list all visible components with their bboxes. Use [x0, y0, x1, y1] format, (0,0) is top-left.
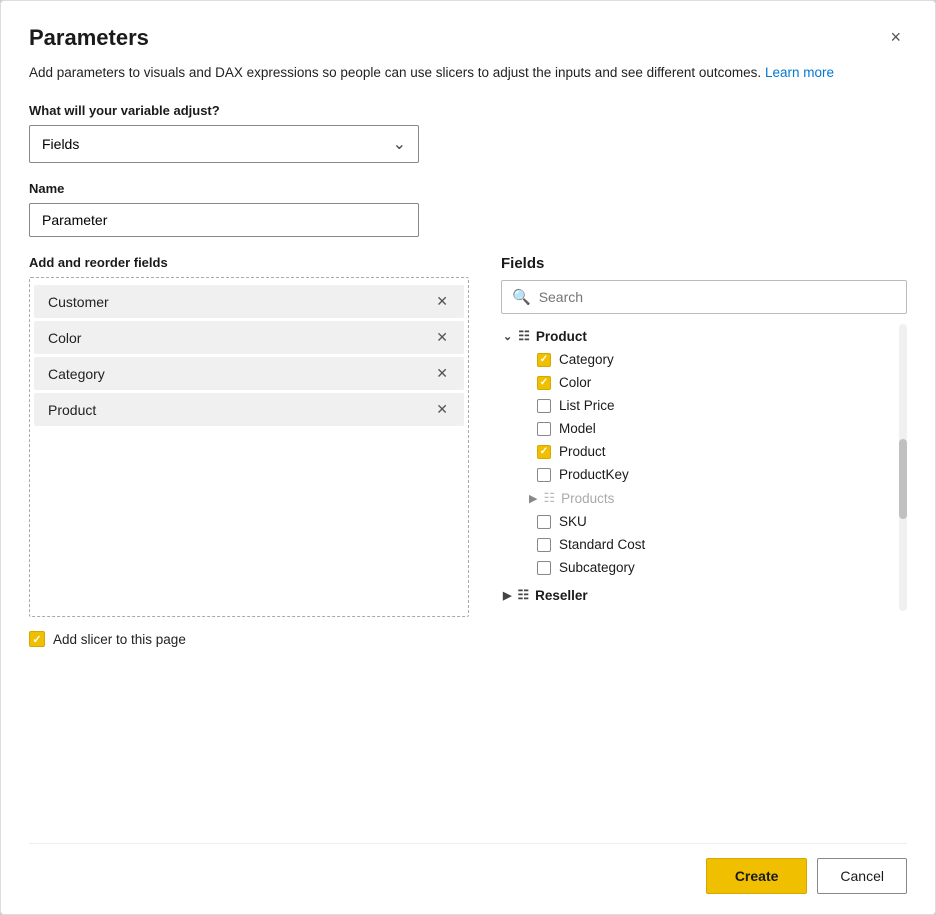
variable-section-label: What will your variable adjust? — [29, 103, 907, 118]
field-label-customer: Customer — [48, 294, 109, 310]
cancel-button[interactable]: Cancel — [817, 858, 907, 894]
tree-item-productkey-label: ProductKey — [559, 467, 629, 482]
tree-group-product-label: Product — [536, 329, 587, 344]
field-item-color: Color ✕ — [34, 321, 464, 354]
tree-item-product-label: Product — [559, 444, 606, 459]
parameters-dialog: Parameters × Add parameters to visuals a… — [0, 0, 936, 915]
search-box[interactable]: 🔍 — [501, 280, 907, 314]
tree-item-model[interactable]: Model — [501, 417, 897, 440]
dropdown-value: Fields — [42, 136, 79, 152]
tree-item-standardcost-label: Standard Cost — [559, 537, 645, 552]
tree-item-category-label: Category — [559, 352, 614, 367]
dialog-footer: Create Cancel — [29, 843, 907, 894]
tree-item-sku[interactable]: SKU — [501, 510, 897, 533]
checkbox-product[interactable] — [537, 445, 551, 459]
chevron-products-icon: ▶ — [529, 492, 537, 505]
close-button[interactable]: × — [884, 25, 907, 50]
scrollbar-thumb[interactable] — [899, 439, 907, 519]
tree-group-reseller-label: Reseller — [535, 588, 588, 603]
add-slicer-label: Add slicer to this page — [53, 632, 186, 647]
remove-product-button[interactable]: ✕ — [434, 401, 450, 418]
checkbox-subcategory[interactable] — [537, 561, 551, 575]
table-product-icon: ☷ — [518, 328, 530, 344]
field-item-category: Category ✕ — [34, 357, 464, 390]
fields-tree-wrapper: ⌄ ☷ Product Category Color — [501, 324, 907, 611]
field-label-color: Color — [48, 330, 81, 346]
remove-color-button[interactable]: ✕ — [434, 329, 450, 346]
checkbox-model[interactable] — [537, 422, 551, 436]
tree-item-subcategory-label: Subcategory — [559, 560, 635, 575]
tree-item-subcategory[interactable]: Subcategory — [501, 556, 897, 579]
add-reorder-label: Add and reorder fields — [29, 255, 469, 270]
fields-list-box: Customer ✕ Color ✕ Category ✕ Product ✕ — [29, 277, 469, 617]
learn-more-link[interactable]: Learn more — [765, 65, 834, 80]
chevron-down-icon: ⌄ — [393, 134, 406, 154]
checkbox-color[interactable] — [537, 376, 551, 390]
checkbox-standardcost[interactable] — [537, 538, 551, 552]
chevron-product-icon: ⌄ — [503, 330, 512, 343]
left-column: Add and reorder fields Customer ✕ Color … — [29, 255, 469, 819]
remove-customer-button[interactable]: ✕ — [434, 293, 450, 310]
scrollbar-track — [899, 324, 907, 611]
right-column: Fields 🔍 ⌄ ☷ Product — [501, 255, 907, 819]
two-col-layout: Add and reorder fields Customer ✕ Color … — [29, 255, 907, 819]
tree-item-color[interactable]: Color — [501, 371, 897, 394]
create-button[interactable]: Create — [706, 858, 808, 894]
tree-group-product: ⌄ ☷ Product Category Color — [501, 324, 897, 579]
field-item-product: Product ✕ — [34, 393, 464, 426]
checkbox-listprice[interactable] — [537, 399, 551, 413]
name-section-label: Name — [29, 181, 907, 196]
tree-subgroup-products-header[interactable]: ▶ ☷ Products — [501, 486, 897, 510]
field-label-category: Category — [48, 366, 105, 382]
dialog-header: Parameters × — [29, 25, 907, 51]
tree-item-sku-label: SKU — [559, 514, 587, 529]
tree-item-standardcost[interactable]: Standard Cost — [501, 533, 897, 556]
field-label-product: Product — [48, 402, 96, 418]
checkbox-productkey[interactable] — [537, 468, 551, 482]
checkbox-category[interactable] — [537, 353, 551, 367]
fields-panel-title: Fields — [501, 255, 907, 272]
tree-item-listprice-label: List Price — [559, 398, 615, 413]
search-input[interactable] — [539, 289, 896, 305]
tree-item-product[interactable]: Product — [501, 440, 897, 463]
search-icon: 🔍 — [512, 288, 531, 306]
variable-dropdown[interactable]: Fields ⌄ — [29, 125, 419, 163]
field-item-customer: Customer ✕ — [34, 285, 464, 318]
tree-group-reseller: ▶ ☷ Reseller — [501, 583, 897, 607]
tree-item-category[interactable]: Category — [501, 348, 897, 371]
tree-item-model-label: Model — [559, 421, 596, 436]
name-input[interactable] — [29, 203, 419, 237]
tree-group-product-header[interactable]: ⌄ ☷ Product — [501, 324, 897, 348]
chevron-reseller-icon: ▶ — [503, 589, 511, 602]
dialog-title: Parameters — [29, 25, 149, 51]
table-products-icon: ☷ — [543, 490, 555, 506]
tree-item-listprice[interactable]: List Price — [501, 394, 897, 417]
tree-item-color-label: Color — [559, 375, 591, 390]
tree-subgroup-products-label: Products — [561, 491, 614, 506]
description-text: Add parameters to visuals and DAX expres… — [29, 63, 907, 83]
table-reseller-icon: ☷ — [517, 587, 529, 603]
tree-item-productkey[interactable]: ProductKey — [501, 463, 897, 486]
tree-group-reseller-header[interactable]: ▶ ☷ Reseller — [501, 583, 897, 607]
checkbox-sku[interactable] — [537, 515, 551, 529]
add-slicer-row: Add slicer to this page — [29, 631, 469, 647]
remove-category-button[interactable]: ✕ — [434, 365, 450, 382]
add-slicer-checkbox[interactable] — [29, 631, 45, 647]
fields-tree: ⌄ ☷ Product Category Color — [501, 324, 897, 611]
